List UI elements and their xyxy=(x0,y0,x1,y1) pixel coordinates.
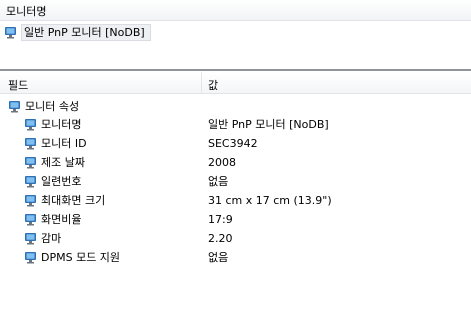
property-field: 모니터명 xyxy=(24,116,196,132)
property-field-label: 감마 xyxy=(41,232,62,245)
property-field-label: 제조 날짜 xyxy=(41,156,85,169)
property-row[interactable]: 화면비율 17:9 xyxy=(24,211,464,227)
property-row[interactable]: 제조 날짜 2008 xyxy=(24,154,464,170)
monitor-icon xyxy=(24,175,37,188)
monitor-icon xyxy=(4,26,17,39)
monitor-list-item-label: 일반 PnP 모니터 [NoDB] xyxy=(21,23,151,41)
monitor-icon xyxy=(24,251,37,264)
property-value: 없음 xyxy=(208,251,229,264)
property-field: DPMS 모드 지원 xyxy=(24,249,196,265)
column-divider[interactable] xyxy=(201,72,202,93)
property-field-label: 모니터 ID xyxy=(41,137,87,150)
property-value: 일반 PnP 모니터 [NoDB] xyxy=(208,118,329,131)
property-field-label: 최대화면 크기 xyxy=(41,194,106,207)
property-value: 2008 xyxy=(208,155,236,169)
column-header-field[interactable]: 필드 xyxy=(8,77,28,93)
monitor-icon xyxy=(24,232,37,245)
property-row[interactable]: 모니터명 일반 PnP 모니터 [NoDB] xyxy=(24,116,464,132)
property-field-label: DPMS 모드 지원 xyxy=(41,251,121,264)
property-row[interactable]: 최대화면 크기 31 cm x 17 cm (13.9") xyxy=(24,192,464,208)
list-header-label: 모니터명 xyxy=(6,5,47,18)
property-field: 모니터 ID xyxy=(24,135,196,151)
property-field: 화면비율 xyxy=(24,211,196,227)
property-value: 2.20 xyxy=(208,231,233,245)
property-grid-header: 필드 값 xyxy=(0,72,471,94)
property-field-label: 모니터명 xyxy=(41,118,82,131)
pane-splitter[interactable] xyxy=(0,69,471,71)
property-field-label: 일련번호 xyxy=(41,175,82,188)
column-header-value[interactable]: 값 xyxy=(208,77,218,93)
monitor-icon xyxy=(8,100,21,113)
property-field: 감마 xyxy=(24,230,196,246)
property-group-monitor[interactable]: 모니터 속성 xyxy=(8,98,79,114)
property-row[interactable]: 모니터 ID SEC3942 xyxy=(24,135,464,151)
property-value: 17:9 xyxy=(208,212,233,226)
property-field: 일련번호 xyxy=(24,173,196,189)
monitor-list-item[interactable]: 일반 PnP 모니터 [NoDB] xyxy=(4,23,151,41)
property-row[interactable]: 감마 2.20 xyxy=(24,230,464,246)
property-value: SEC3942 xyxy=(208,136,258,150)
monitor-icon xyxy=(24,118,37,131)
monitor-icon xyxy=(24,194,37,207)
list-header[interactable]: 모니터명 xyxy=(0,0,471,21)
property-value: 없음 xyxy=(208,175,229,188)
property-field: 제조 날짜 xyxy=(24,154,196,170)
property-field-label: 화면비율 xyxy=(41,213,82,226)
monitor-icon xyxy=(24,213,37,226)
property-row[interactable]: 일련번호 없음 xyxy=(24,173,464,189)
monitor-icon xyxy=(24,156,37,169)
monitor-name-text: 일반 PnP 모니터 [NoDB] xyxy=(24,26,145,39)
property-value: 31 cm x 17 cm (13.9") xyxy=(208,193,332,207)
monitor-icon xyxy=(24,137,37,150)
property-group-label: 모니터 속성 xyxy=(25,100,80,113)
property-row[interactable]: DPMS 모드 지원 없음 xyxy=(24,249,464,265)
property-field: 최대화면 크기 xyxy=(24,192,196,208)
